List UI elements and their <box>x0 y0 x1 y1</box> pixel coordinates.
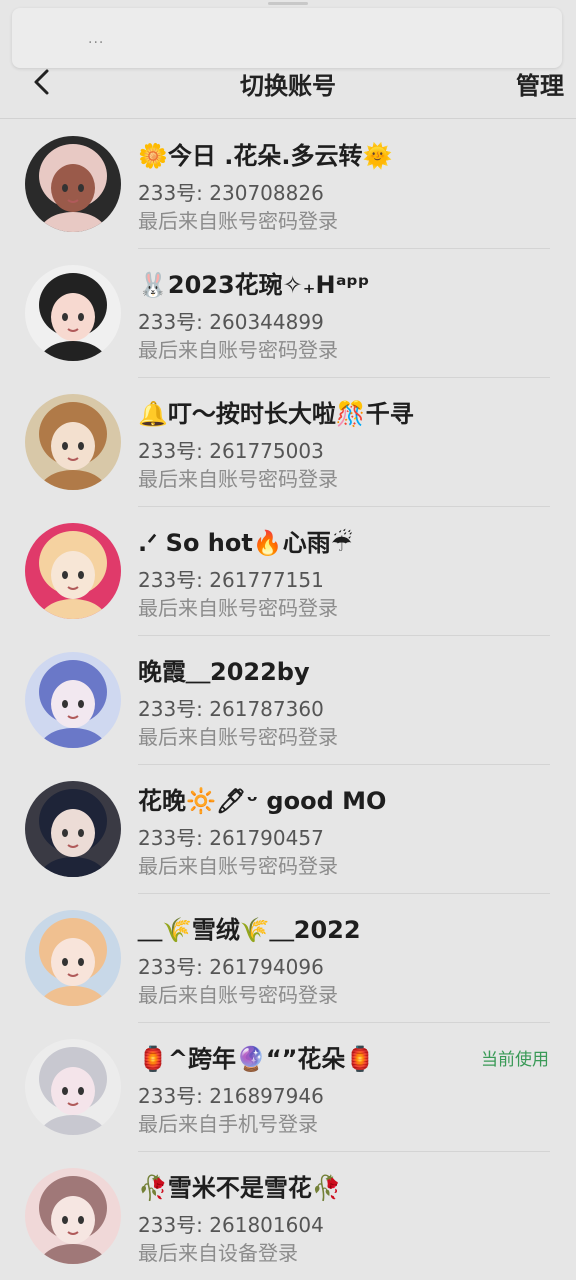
account-name: 🏮^跨年🔮“”花朵🏮 <box>138 1045 376 1073</box>
account-id: 233号: 230708826 <box>138 181 324 205</box>
account-name: .ᐟ So hot🔥心雨☔ <box>138 529 353 557</box>
last-login-method: 最后来自账号密码登录 <box>138 854 338 878</box>
account-item[interactable]: .ᐟ So hot🔥心雨☔ 233号: 261777151 最后来自账号密码登录 <box>0 507 576 636</box>
avatar <box>25 781 121 877</box>
last-login-method: 最后来自账号密码登录 <box>138 209 338 233</box>
account-list: 🌼今日 .花朵.多云转🌞 233号: 230708826 最后来自账号密码登录 🐰20… <box>0 120 576 1280</box>
account-name: 🔔叮～按时长大啦🎊千寻 <box>138 400 414 428</box>
account-id: 233号: 216897946 <box>138 1084 324 1108</box>
account-name: 🐰2023花琬✧₊Hᵃᵖᵖ <box>138 271 370 299</box>
account-name: 🥀雪米不是雪花🥀 <box>138 1174 342 1202</box>
account-item[interactable]: 🥀雪米不是雪花🥀 233号: 261801604 最后来自设备登录 <box>0 1152 576 1280</box>
avatar <box>25 394 121 490</box>
account-item[interactable]: 🐰2023花琬✧₊Hᵃᵖᵖ 233号: 260344899 最后来自账号密码登录 <box>0 249 576 378</box>
last-login-method: 最后来自账号密码登录 <box>138 983 338 1007</box>
avatar <box>25 265 121 361</box>
avatar <box>25 910 121 1006</box>
account-item[interactable]: 🏮^跨年🔮“”花朵🏮 233号: 216897946 最后来自手机号登录 当前使用 <box>0 1023 576 1152</box>
page-title: 切换账号 <box>240 72 336 100</box>
last-login-method: 最后来自账号密码登录 <box>138 725 338 749</box>
notification-handle <box>268 2 308 5</box>
avatar <box>25 136 121 232</box>
account-name: 晚霞＿2022by <box>138 658 310 686</box>
avatar <box>25 652 121 748</box>
account-name: 花晚🔆🖊ᵕ good MO <box>138 787 387 815</box>
current-account-badge: 当前使用 <box>481 1050 549 1070</box>
header-divider <box>0 118 576 119</box>
account-item[interactable]: 晚霞＿2022by 233号: 261787360 最后来自账号密码登录 <box>0 636 576 765</box>
account-item[interactable]: ＿🌾雪绒🌾＿2022 233号: 261794096 最后来自账号密码登录 <box>0 894 576 1023</box>
account-id: 233号: 261775003 <box>138 439 324 463</box>
account-id: 233号: 261787360 <box>138 697 324 721</box>
last-login-method: 最后来自账号密码登录 <box>138 338 338 362</box>
last-login-method: 最后来自手机号登录 <box>138 1112 318 1136</box>
notification-dots: ... <box>88 31 105 47</box>
manage-button[interactable]: 管理 <box>516 66 564 101</box>
last-login-method: 最后来自设备登录 <box>138 1241 298 1265</box>
account-item[interactable]: 花晚🔆🖊ᵕ good MO 233号: 261790457 最后来自账号密码登录 <box>0 765 576 894</box>
account-name: ＿🌾雪绒🌾＿2022 <box>138 916 361 944</box>
header: 切换账号 管理 <box>0 58 576 118</box>
avatar <box>25 1168 121 1264</box>
account-name: 🌼今日 .花朵.多云转🌞 <box>138 142 393 170</box>
last-login-method: 最后来自账号密码登录 <box>138 596 338 620</box>
account-id: 233号: 260344899 <box>138 310 324 334</box>
account-id: 233号: 261794096 <box>138 955 324 979</box>
avatar <box>25 523 121 619</box>
last-login-method: 最后来自账号密码登录 <box>138 467 338 491</box>
account-id: 233号: 261790457 <box>138 826 324 850</box>
account-id: 233号: 261777151 <box>138 568 324 592</box>
account-item[interactable]: 🌼今日 .花朵.多云转🌞 233号: 230708826 最后来自账号密码登录 <box>0 120 576 249</box>
avatar <box>25 1039 121 1135</box>
account-id: 233号: 261801604 <box>138 1213 324 1237</box>
account-item[interactable]: 🔔叮～按时长大啦🎊千寻 233号: 261775003 最后来自账号密码登录 <box>0 378 576 507</box>
